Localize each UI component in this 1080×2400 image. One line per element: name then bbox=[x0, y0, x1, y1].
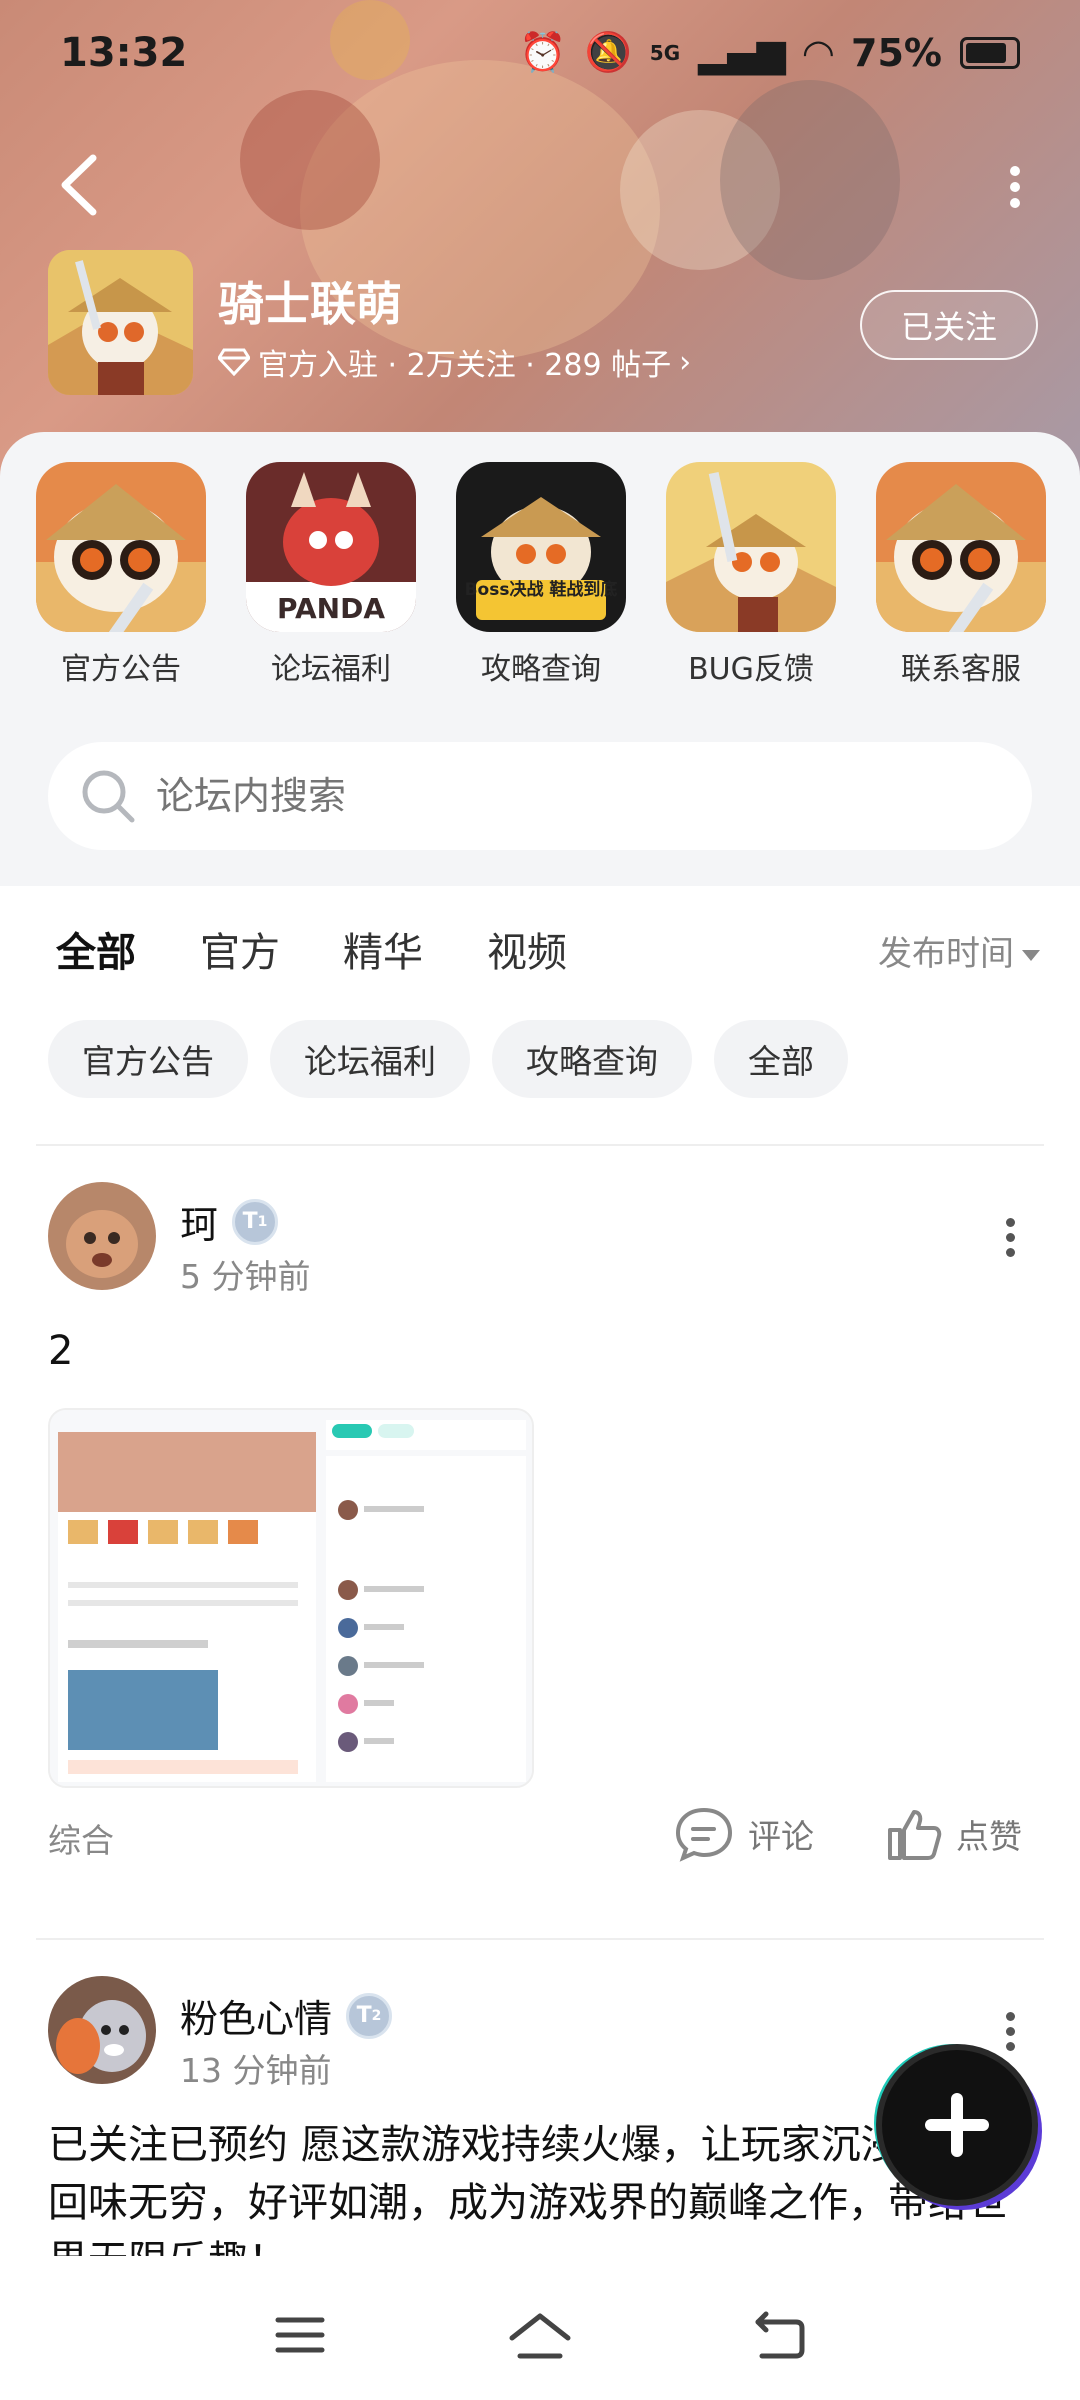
post-body[interactable]: 2 bbox=[48, 1322, 1038, 1380]
shortcut-row: 官方公告 PANDA 论坛福利 Boss决战 鞋战到底 攻略查询 BUG反馈 联… bbox=[0, 462, 1080, 702]
post-more-icon[interactable] bbox=[1000, 1212, 1020, 1272]
shortcut-contact-support[interactable]: 联系客服 bbox=[876, 462, 1046, 688]
forum-header: 骑士联萌 官方入驻 · 2万关注 · 289 帖子 › 已关注 bbox=[48, 250, 1038, 400]
feed-tabs: 全部 官方 精华 视频 发布时间 bbox=[0, 886, 1080, 1006]
divider bbox=[36, 1938, 1044, 1940]
diamond-icon bbox=[218, 348, 250, 376]
forum-meta-text: 官方入驻 · 2万关注 · 289 帖子 bbox=[258, 348, 672, 383]
like-button[interactable]: 点赞 bbox=[886, 1806, 1022, 1862]
alarm-icon: ⏰ bbox=[519, 30, 567, 74]
post-time: 13 分钟前 bbox=[180, 2051, 332, 2090]
level-badge: T1 bbox=[232, 1198, 279, 1245]
chip-official-notice[interactable]: 官方公告 bbox=[48, 1020, 248, 1098]
shortcut-guide-search[interactable]: Boss决战 鞋战到底 攻略查询 bbox=[456, 462, 626, 688]
like-label: 点赞 bbox=[956, 1817, 1022, 1856]
follow-button[interactable]: 已关注 bbox=[860, 290, 1038, 360]
shortcut-label: BUG反馈 bbox=[688, 652, 814, 687]
panda-sword-icon bbox=[876, 462, 1046, 632]
battery-level: 75% bbox=[851, 30, 942, 75]
tab-featured[interactable]: 精华 bbox=[343, 920, 423, 978]
shortcut-label: 攻略查询 bbox=[481, 652, 601, 687]
post-author[interactable]: 珂 T1 bbox=[180, 1194, 279, 1249]
chip-all[interactable]: 全部 bbox=[714, 1020, 848, 1098]
signal-icon: ▂▄▆ bbox=[698, 30, 786, 75]
comment-label: 评论 bbox=[748, 1817, 814, 1856]
menu-icon[interactable] bbox=[272, 2310, 328, 2360]
tab-video[interactable]: 视频 bbox=[487, 920, 567, 978]
category-chips: 官方公告 论坛福利 攻略查询 全部 bbox=[48, 1020, 848, 1100]
network-label: 5G bbox=[649, 40, 681, 65]
author-name: 珂 bbox=[180, 1203, 219, 1247]
shortcut-label: 联系客服 bbox=[901, 652, 1021, 687]
knight-sword-icon bbox=[666, 462, 836, 632]
post-more-icon[interactable] bbox=[1000, 2006, 1020, 2066]
boss-guide-icon: Boss决战 鞋战到底 bbox=[456, 462, 626, 632]
shortcut-bug-report[interactable]: BUG反馈 bbox=[666, 462, 836, 688]
back-icon[interactable] bbox=[55, 150, 105, 220]
shortcut-label: 论坛福利 bbox=[271, 652, 391, 687]
post-footer: 综合 评论 点赞 bbox=[48, 1802, 1038, 1872]
back-nav-icon[interactable] bbox=[752, 2310, 808, 2360]
forum-title: 骑士联萌 bbox=[218, 277, 402, 331]
sort-dropdown[interactable]: 发布时间 bbox=[878, 926, 1040, 975]
post-category[interactable]: 综合 bbox=[48, 1814, 114, 1862]
chevron-right-icon: › bbox=[679, 344, 692, 380]
red-dragon-panda-icon: PANDA bbox=[246, 462, 416, 632]
status-bar: 13:32 ⏰ 🔕 5G ▂▄▆ ◠ 75% bbox=[0, 0, 1080, 110]
comment-icon bbox=[675, 1807, 733, 1862]
chip-guide-search[interactable]: 攻略查询 bbox=[492, 1020, 692, 1098]
system-nav-bar bbox=[0, 2270, 1080, 2400]
search-input[interactable] bbox=[156, 774, 956, 818]
home-icon[interactable] bbox=[508, 2310, 572, 2364]
comment-button[interactable]: 评论 bbox=[674, 1806, 814, 1862]
divider bbox=[36, 1144, 1044, 1146]
panda-badge: PANDA bbox=[277, 592, 385, 625]
forum-stats[interactable]: 官方入驻 · 2万关注 · 289 帖子 › bbox=[218, 340, 691, 384]
battery-icon bbox=[960, 36, 1020, 69]
forum-search-bar[interactable] bbox=[48, 742, 1032, 850]
shortcut-official-notice[interactable]: 官方公告 bbox=[36, 462, 206, 688]
forum-logo[interactable] bbox=[48, 250, 193, 395]
chevron-down-icon bbox=[1022, 950, 1040, 961]
shortcut-label: 官方公告 bbox=[61, 652, 181, 687]
wifi-icon: ◠ bbox=[803, 30, 834, 75]
search-icon bbox=[82, 770, 135, 823]
tab-all[interactable]: 全部 bbox=[56, 920, 136, 984]
sort-label: 发布时间 bbox=[878, 934, 1014, 974]
mute-icon: 🔕 bbox=[584, 30, 632, 74]
post-image[interactable] bbox=[48, 1408, 534, 1788]
post-time: 5 分钟前 bbox=[180, 1257, 311, 1296]
create-post-button[interactable] bbox=[882, 2050, 1032, 2200]
forum-page: 13:32 ⏰ 🔕 5G ▂▄▆ ◠ 75% 骑士联萌 官方入驻 · 2万关注 … bbox=[0, 0, 1080, 2400]
boss-badge: Boss决战 鞋战到底 bbox=[464, 580, 618, 600]
level-badge: T2 bbox=[346, 1992, 393, 2039]
post-author[interactable]: 粉色心情 T2 bbox=[180, 1988, 393, 2043]
avatar[interactable] bbox=[48, 1182, 156, 1290]
avatar[interactable] bbox=[48, 1976, 156, 2084]
thumbs-up-icon bbox=[888, 1810, 942, 1860]
author-name: 粉色心情 bbox=[180, 1997, 333, 2041]
tab-official[interactable]: 官方 bbox=[200, 920, 280, 978]
status-icons: ⏰ 🔕 5G ▂▄▆ ◠ 75% bbox=[519, 30, 1020, 75]
status-time: 13:32 bbox=[60, 30, 188, 76]
forum-banner: 13:32 ⏰ 🔕 5G ▂▄▆ ◠ 75% 骑士联萌 官方入驻 · 2万关注 … bbox=[0, 0, 1080, 480]
panda-knight-icon bbox=[36, 462, 206, 632]
post-card[interactable]: 珂 T1 5 分钟前 2 综合 评论 点赞 bbox=[0, 1182, 1080, 1862]
chip-forum-benefits[interactable]: 论坛福利 bbox=[270, 1020, 470, 1098]
more-menu-icon[interactable] bbox=[1000, 160, 1030, 210]
shortcut-forum-benefits[interactable]: PANDA 论坛福利 bbox=[246, 462, 416, 688]
